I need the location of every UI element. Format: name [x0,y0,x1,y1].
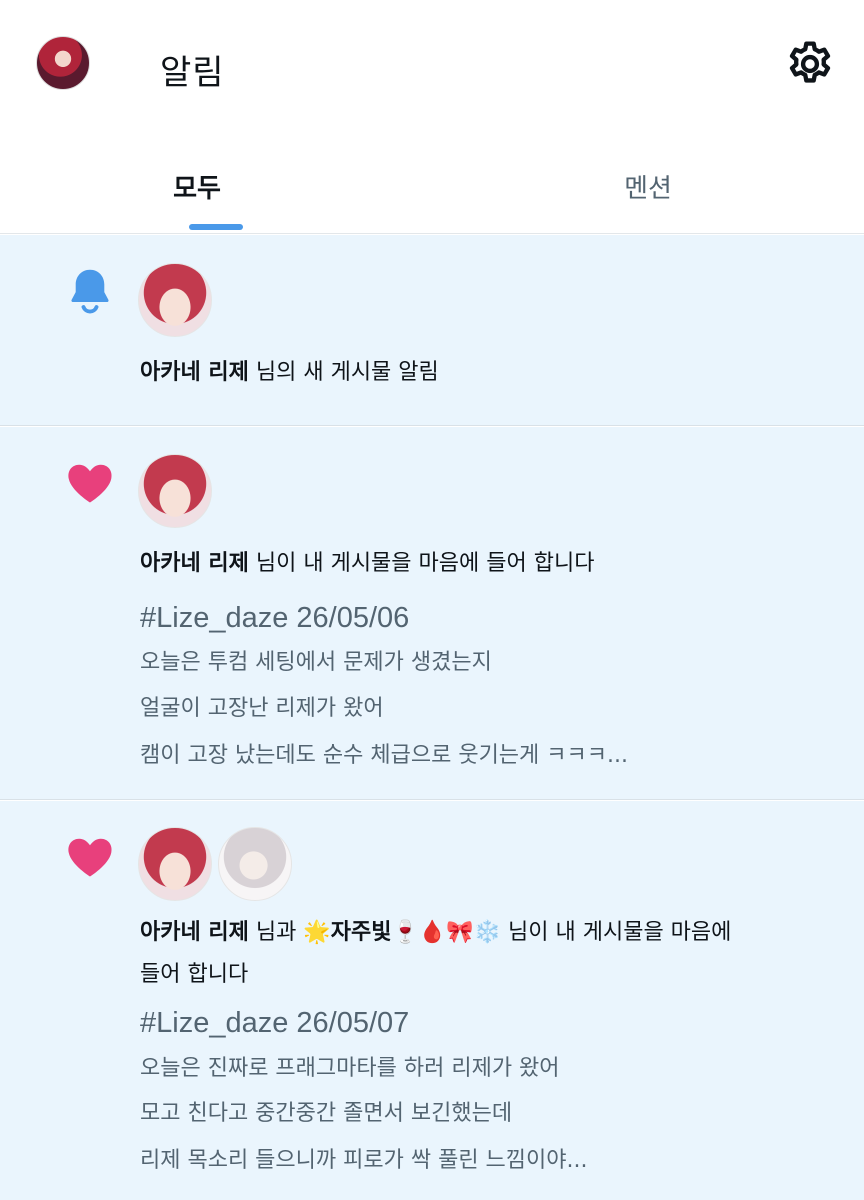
post-hashtag[interactable]: #Lize_daze 26/05/06 [140,600,409,636]
connector-text: 님과 [248,920,304,945]
notification-item[interactable]: 아카네 리제 님이 내 게시물을 마음에 들어 합니다 #Lize_daze 2… [0,427,864,800]
user-name[interactable]: 아카네 리제 [140,920,249,945]
notification-text: 아카네 리제 님이 내 게시물을 마음에 들어 합니다 [140,548,840,580]
post-text-line: 캠이 고장 났는데도 순수 체급으로 웃기는게 ㅋㅋㅋ... [140,743,628,768]
post-text-line: 리제 목소리 들으니까 피로가 싹 풀린 느낌이야... [140,1148,588,1173]
post-text-line: 오늘은 진짜로 프래그마타를 하러 리제가 왔어 [140,1056,560,1081]
active-tab-indicator [189,224,243,230]
avatar[interactable] [218,827,292,901]
user-name[interactable]: 아카네 리제 [140,360,249,385]
action-text: 님이 내 게시물을 마음에 들어 합니다 [248,551,595,576]
avatar[interactable] [138,454,212,528]
action-text: 님이 내 게시물을 마음에 [501,920,732,945]
tab-mentions[interactable]: 멘션 [432,150,864,234]
notification-text-cont: 들어 합니다 [140,962,249,987]
heart-icon [64,831,116,883]
top-app-bar: 알림 [0,0,864,130]
page-title: 알림 [160,53,225,93]
actor-avatars [138,827,292,901]
post-text-line: 모고 친다고 중간중간 졸면서 보긴했는데 [140,1101,513,1126]
notification-item[interactable]: 아카네 리제 님의 새 게시물 알림 [0,235,864,426]
notification-text: 아카네 리제 님의 새 게시물 알림 [140,357,840,389]
post-text-line: 오늘은 투컴 세팅에서 문제가 생겼는지 [140,650,492,675]
action-text: 님의 새 게시물 알림 [248,360,439,385]
gear-icon[interactable] [784,38,836,90]
avatar[interactable] [138,263,212,337]
actor-avatars [138,263,212,337]
post-text-line: 얼굴이 고장난 리제가 왔어 [140,696,384,721]
heart-icon [64,457,116,509]
tab-bar: 모두 멘션 [0,150,864,234]
post-hashtag[interactable]: #Lize_daze 26/05/07 [140,1005,409,1041]
user-name[interactable]: 아카네 리제 [140,551,249,576]
actor-avatars [138,454,212,528]
tab-all[interactable]: 모두 [0,150,432,234]
avatar[interactable] [138,827,212,901]
tab-mentions-label: 멘션 [624,174,672,204]
notification-item[interactable]: 아카네 리제 님과 🌟자주빛🍷🩸🎀❄️ 님이 내 게시물을 마음에 들어 합니다… [0,801,864,1200]
profile-avatar[interactable] [36,36,90,90]
bell-icon [64,265,116,317]
notification-text: 아카네 리제 님과 🌟자주빛🍷🩸🎀❄️ 님이 내 게시물을 마음에 [140,917,840,949]
tab-all-label: 모두 [173,174,221,204]
user-name[interactable]: 🌟자주빛🍷🩸🎀❄️ [303,920,501,945]
